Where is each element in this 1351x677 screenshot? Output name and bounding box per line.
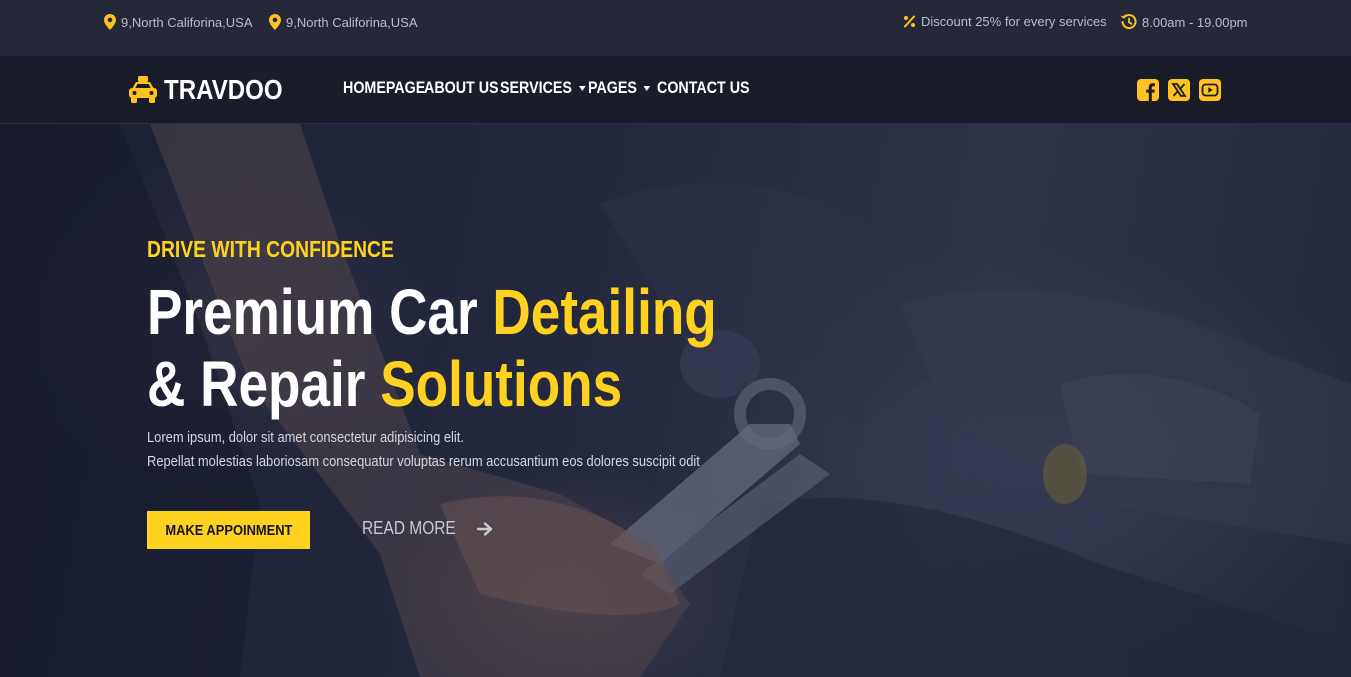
location-pin-icon	[104, 14, 116, 30]
location-pin-icon	[269, 14, 281, 30]
primary-nav: HOMEPAGE ABOUT US SERVICES PAGES CONTACT…	[343, 78, 757, 98]
read-more-label: READ MORE	[362, 518, 456, 538]
clock-icon	[1121, 14, 1137, 29]
arrow-right-icon	[477, 521, 493, 536]
nav-label-contact-us: CONTACT US	[657, 78, 750, 97]
hero-section: DRIVE WITH CONFIDENCE Premium Car Detail…	[0, 124, 1351, 677]
main-navbar: TRAVDOO HOMEPAGE ABOUT US SERVICES PAGES…	[0, 56, 1351, 124]
nav-label-services: SERVICES	[500, 78, 572, 97]
address-item-2: 9,North Califorina,USA	[269, 14, 418, 30]
address-text-1: 9,North Califorina,USA	[121, 14, 253, 30]
read-more-link[interactable]: READ MORE	[362, 518, 493, 539]
chevron-down-icon	[578, 85, 586, 91]
social-links	[1137, 79, 1221, 101]
nav-item-services[interactable]: SERVICES	[500, 78, 586, 98]
hero-description-line1: Lorem ipsum, dolor sit amet consectetur …	[147, 429, 464, 446]
discount-text: Discount 25% for every services	[921, 14, 1107, 29]
facebook-icon[interactable]	[1137, 79, 1159, 101]
address-item-1: 9,North Califorina,USA	[104, 14, 253, 30]
address-text-2: 9,North Califorina,USA	[286, 14, 418, 30]
youtube-icon[interactable]	[1199, 79, 1221, 101]
make-appointment-button[interactable]: MAKE APPOINMENT	[147, 511, 310, 549]
headline-line2-highlight: Solutions	[380, 348, 623, 420]
hero-description-line2: Repellat molestias laboriosam consequatu…	[147, 453, 700, 470]
taxi-car-icon	[129, 76, 157, 103]
hero-eyebrow: DRIVE WITH CONFIDENCE	[147, 236, 394, 262]
nav-item-homepage[interactable]: HOMEPAGE	[343, 78, 425, 98]
brand-logo[interactable]: TRAVDOO	[128, 74, 302, 106]
hours-text: 8.00am - 19.00pm	[1142, 14, 1248, 30]
discount-item: Discount 25% for every services	[903, 14, 1107, 29]
top-info-bar: 9,North Califorina,USA 9,North Califorin…	[0, 0, 1351, 56]
nav-label-about-us: ABOUT US	[424, 78, 499, 97]
hero-description: Lorem ipsum, dolor sit amet consectetur …	[147, 426, 700, 474]
nav-item-about-us[interactable]: ABOUT US	[424, 78, 499, 98]
nav-label-homepage: HOMEPAGE	[343, 78, 426, 97]
brand-name: TRAVDOO	[164, 74, 283, 105]
make-appointment-label: MAKE APPOINMENT	[164, 521, 293, 539]
headline-line2-part1: & Repair	[147, 348, 381, 420]
hours-item: 8.00am - 19.00pm	[1121, 14, 1248, 30]
nav-item-contact-us[interactable]: CONTACT US	[657, 78, 750, 98]
headline-line1-highlight: Detailing	[492, 276, 717, 348]
percent-icon	[904, 15, 915, 28]
nav-item-pages[interactable]: PAGES	[588, 78, 651, 98]
chevron-down-icon	[643, 85, 651, 91]
hero-headline: Premium Car Detailing & Repair Solutions	[147, 276, 717, 420]
x-twitter-icon[interactable]	[1168, 79, 1190, 101]
nav-label-pages: PAGES	[588, 78, 637, 97]
headline-line1-part1: Premium Car	[147, 276, 493, 348]
